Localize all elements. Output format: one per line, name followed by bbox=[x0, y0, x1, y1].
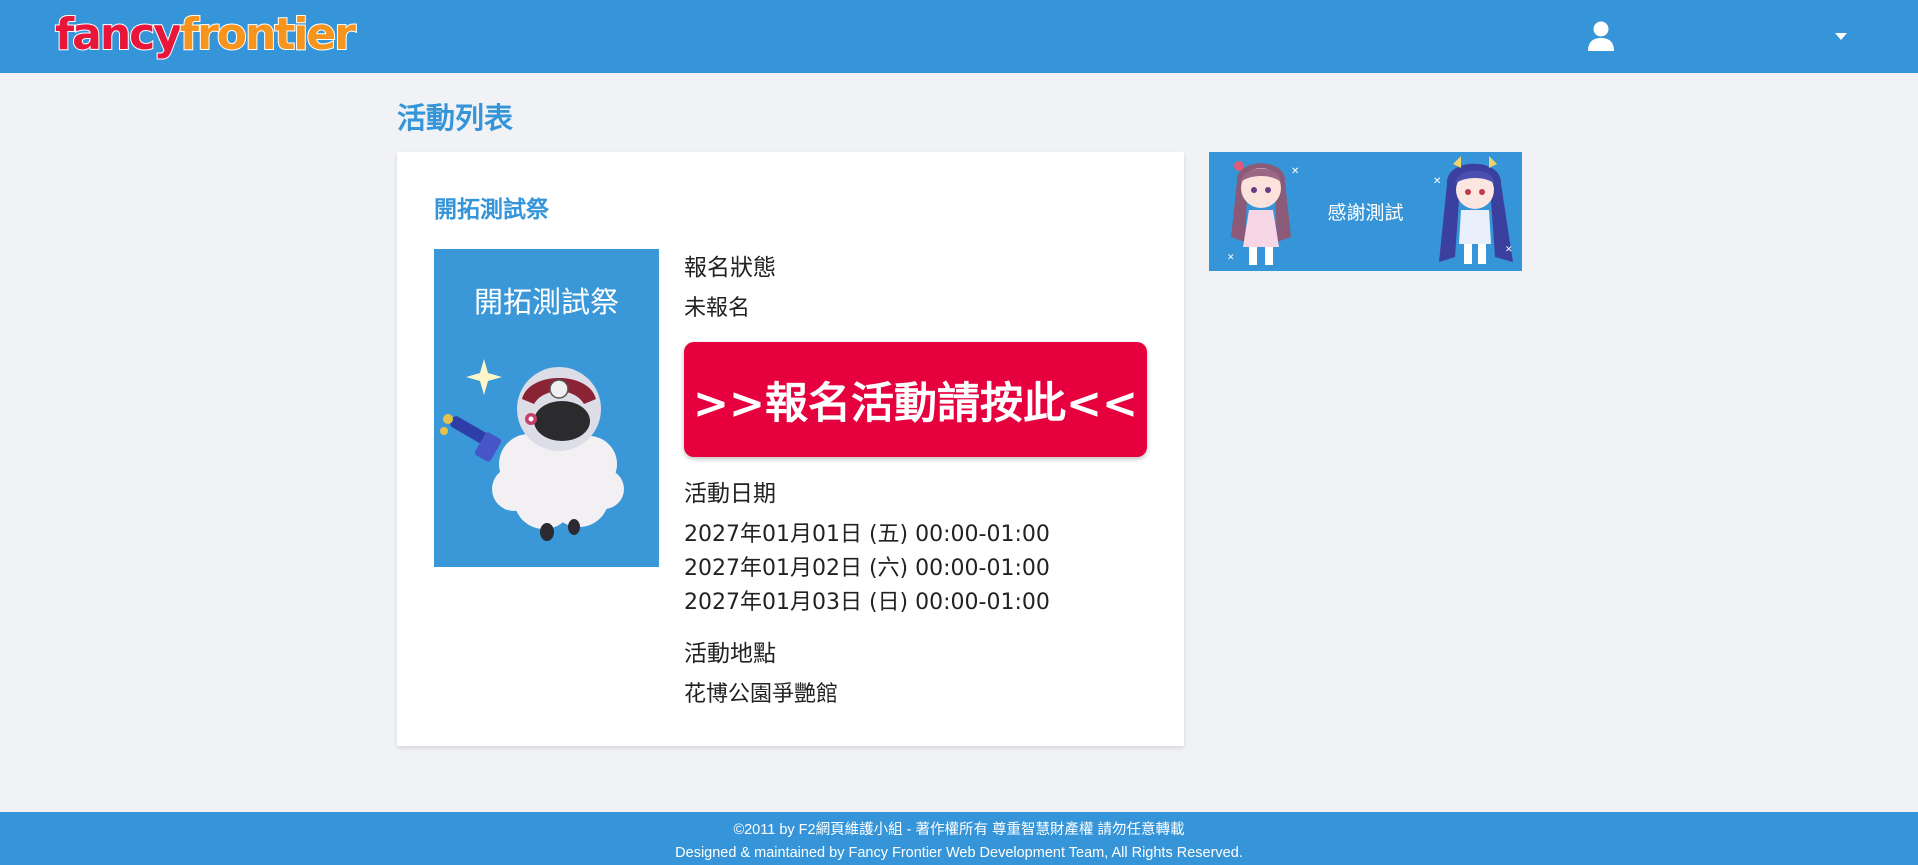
caret-down-icon[interactable] bbox=[1830, 28, 1852, 44]
poster-title: 開拓測試祭 bbox=[473, 285, 619, 319]
top-header: fancyfrontier bbox=[0, 0, 1918, 73]
event-date-label: 活動日期 bbox=[684, 481, 776, 507]
event-date-item: 2027年01月01日 (五) 00:00-01:00 bbox=[684, 522, 1050, 547]
event-title[interactable]: 開拓測試祭 bbox=[434, 190, 549, 224]
footer-credits: Designed & maintained by Fancy Frontier … bbox=[675, 845, 1243, 861]
logo-text-frontier: frontier bbox=[179, 8, 357, 61]
thank-you-banner[interactable]: ✕ ✕ 感謝測試 ✕ ✕ bbox=[1209, 152, 1522, 271]
sheep-mascot-illustration bbox=[440, 359, 624, 541]
svg-text:✕: ✕ bbox=[1505, 244, 1513, 254]
user-icon[interactable] bbox=[1586, 20, 1616, 52]
page-title: 活動列表 bbox=[397, 101, 514, 135]
event-date-item: 2027年01月03日 (日) 00:00-01:00 bbox=[684, 590, 1050, 615]
banner-character-right: ✕ ✕ bbox=[1433, 156, 1513, 264]
event-date-item: 2027年01月02日 (六) 00:00-01:00 bbox=[684, 556, 1050, 581]
fancy-frontier-logo[interactable]: fancyfrontier bbox=[54, 8, 357, 62]
event-card: 開拓測試祭 開拓測試祭 報名狀態 未報名 >>報名活動請按此<< 活動日期 20… bbox=[397, 152, 1184, 746]
logo-text-fancy: fancy bbox=[54, 8, 183, 61]
registration-status-value: 未報名 bbox=[684, 296, 751, 321]
registration-status-label: 報名狀態 bbox=[684, 255, 776, 281]
svg-text:✕: ✕ bbox=[1433, 176, 1441, 187]
event-date-list: 2027年01月01日 (五) 00:00-01:00 2027年01月02日 … bbox=[684, 518, 1050, 620]
event-location-label: 活動地點 bbox=[684, 641, 776, 667]
footer-copyright: ©2011 by F2網頁維護小組 - 著作權所有 尊重智慧財產權 請勿任意轉載 bbox=[733, 822, 1185, 838]
page-footer: ©2011 by F2網頁維護小組 - 著作權所有 尊重智慧財產權 請勿任意轉載… bbox=[0, 812, 1918, 865]
signup-button[interactable]: >>報名活動請按此<< bbox=[684, 342, 1147, 457]
event-poster[interactable]: 開拓測試祭 bbox=[434, 249, 659, 567]
event-location-value: 花博公園爭艷館 bbox=[684, 682, 839, 707]
